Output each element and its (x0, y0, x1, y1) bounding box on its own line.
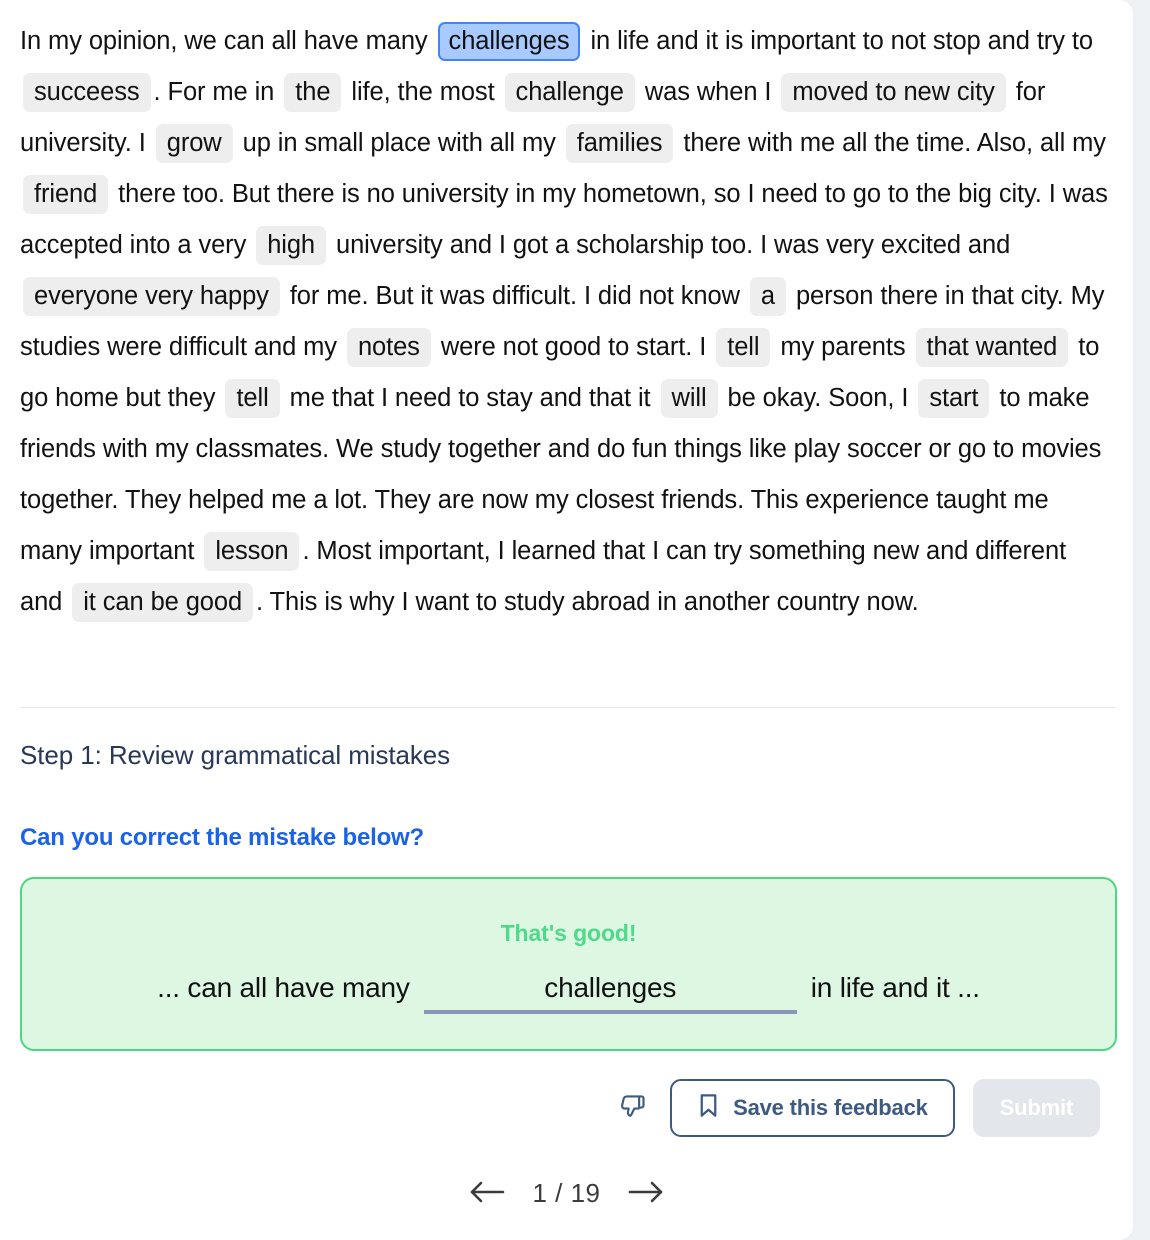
essay-chip[interactable]: start (918, 379, 990, 418)
step-title: Step 1: Review grammatical mistakes (20, 740, 450, 770)
essay-chip[interactable]: will (660, 379, 718, 418)
answer-input[interactable] (423, 972, 797, 1014)
sentence-suffix: in life and it ... (810, 972, 980, 1003)
thumbs-down-icon (618, 1092, 648, 1125)
essay-chip-active[interactable]: challenges (437, 22, 581, 61)
arrow-right-icon (625, 1176, 667, 1211)
essay-run: . This is why I want to study abroad in … (256, 588, 919, 616)
essay-chip[interactable]: that wanted (915, 328, 1069, 367)
feedback-action-row: Save this feedback Submit (614, 1079, 1100, 1137)
essay-text: In my opinion, we can all have many chal… (20, 16, 1115, 628)
prev-page-button[interactable] (466, 1176, 508, 1211)
essay-run: life, the most (344, 78, 502, 106)
feedback-sentence: ... can all have many in life and it ... (22, 972, 1115, 1014)
question-prompt: Can you correct the mistake below? (20, 824, 424, 851)
essay-run: there with me all the time. Also, all my (676, 129, 1106, 157)
essay-run: in life and it is important to not stop … (583, 27, 1093, 55)
essay-chip[interactable]: moved to new city (781, 73, 1006, 112)
sentence-prefix: ... can all have many (157, 972, 410, 1003)
essay-run: up in small place with all my (235, 129, 563, 157)
essay-run: was when I (637, 78, 779, 106)
essay-chip[interactable]: families (565, 124, 674, 163)
thumbs-down-button[interactable] (614, 1089, 652, 1127)
essay-run: be okay. Soon, I (720, 384, 916, 412)
essay-run: . For me in (153, 78, 282, 106)
essay-chip[interactable]: notes (346, 328, 431, 367)
content-card: In my opinion, we can all have many chal… (0, 0, 1133, 1240)
essay-chip[interactable]: friend (23, 175, 109, 214)
save-feedback-label: Save this feedback (733, 1095, 928, 1120)
arrow-left-icon (466, 1176, 508, 1211)
essay-run: In my opinion, we can all have many (20, 27, 435, 55)
essay-chip[interactable]: tell (716, 328, 771, 367)
bookmark-icon (697, 1092, 720, 1125)
essay-run: university and I got a scholarship too. … (329, 231, 1011, 259)
essay-chip[interactable]: lesson (204, 532, 300, 571)
save-feedback-button[interactable]: Save this feedback (670, 1079, 955, 1137)
essay-run: were not good to start. I (433, 333, 714, 361)
feedback-status: That's good! (500, 920, 637, 946)
scroll-gutter[interactable] (1133, 0, 1150, 1240)
essay-chip[interactable]: everyone very happy (23, 277, 280, 316)
essay-chip[interactable]: the (284, 73, 342, 112)
next-page-button[interactable] (625, 1176, 667, 1211)
essay-run: my parents (773, 333, 913, 361)
essay-run: me that I need to stay and that it (282, 384, 658, 412)
essay-run: for me. But it was difficult. I did not … (282, 282, 747, 310)
feedback-card: That's good! ... can all have many in lif… (20, 877, 1117, 1051)
pagination: 1 / 19 (0, 1176, 1133, 1211)
essay-chip[interactable]: tell (225, 379, 280, 418)
section-divider (20, 707, 1116, 708)
essay-chip[interactable]: grow (155, 124, 233, 163)
essay-chip[interactable]: succeess (23, 73, 151, 112)
essay-chip[interactable]: it can be good (72, 583, 254, 622)
essay-chip[interactable]: high (256, 226, 327, 265)
page-indicator: 1 / 19 (532, 1178, 601, 1208)
submit-button[interactable]: Submit (972, 1079, 1100, 1137)
essay-chip[interactable]: challenge (504, 73, 635, 112)
essay-chip[interactable]: a (749, 277, 786, 316)
